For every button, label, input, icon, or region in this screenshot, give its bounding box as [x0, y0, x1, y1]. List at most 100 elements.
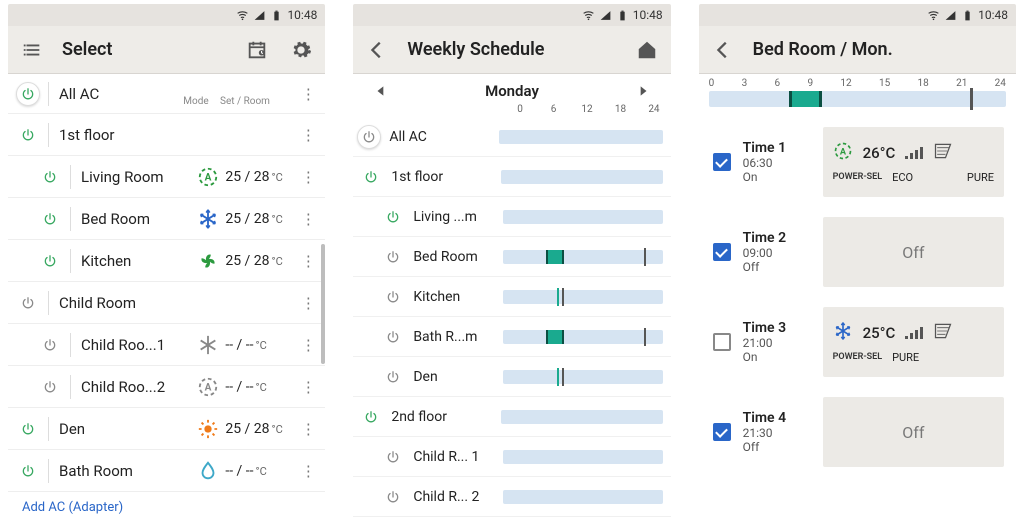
- row-label: 1st floor: [391, 169, 501, 185]
- row-1st-floor[interactable]: 1st floor ⋮: [8, 114, 325, 156]
- wifi-icon: [236, 9, 249, 22]
- timeline[interactable]: [503, 250, 662, 264]
- timeline[interactable]: [501, 410, 662, 424]
- row-kitchen[interactable]: Kitchen 25 / 28°C ⋮: [8, 240, 325, 282]
- time-card-3[interactable]: Time 3 21:00 On 25°C POWER-SEL PURE: [711, 307, 1004, 377]
- time-clock: 09:00: [743, 246, 813, 260]
- settings-panel[interactable]: 26°C POWER-SEL ECO PURE: [823, 127, 1004, 197]
- checkbox[interactable]: [711, 307, 733, 377]
- more-icon[interactable]: ⋮: [297, 210, 319, 228]
- row-all-ac[interactable]: All AC ⋮: [8, 74, 325, 114]
- next-day-icon[interactable]: [629, 77, 657, 105]
- power-button[interactable]: [381, 365, 405, 389]
- more-icon[interactable]: ⋮: [297, 85, 319, 103]
- timeline[interactable]: [503, 330, 662, 344]
- settings-panel-off[interactable]: Off: [823, 217, 1004, 287]
- more-icon[interactable]: ⋮: [297, 126, 319, 144]
- eco-label: ECO: [892, 171, 913, 184]
- timeline-main[interactable]: [709, 91, 1006, 107]
- power-button[interactable]: [381, 205, 405, 229]
- home-icon[interactable]: [633, 36, 661, 64]
- sched-row-den[interactable]: Den: [353, 357, 670, 397]
- back-icon[interactable]: [709, 36, 737, 64]
- calendar-icon[interactable]: [243, 36, 271, 64]
- sched-row-kitchen[interactable]: Kitchen: [353, 277, 670, 317]
- sched-row-1st-floor[interactable]: 1st floor: [353, 157, 670, 197]
- more-icon[interactable]: ⋮: [297, 462, 319, 480]
- menu-list-icon[interactable]: [18, 36, 46, 64]
- row-label: All AC: [389, 129, 499, 145]
- row-bath-room[interactable]: Bath Room -- / --°C ⋮: [8, 450, 325, 492]
- power-button[interactable]: [381, 445, 405, 469]
- checkbox[interactable]: [711, 397, 733, 467]
- checkbox[interactable]: [711, 217, 733, 287]
- sched-row-child1[interactable]: Child R... 1: [353, 437, 670, 477]
- power-button[interactable]: [381, 245, 405, 269]
- sched-row-2nd-floor[interactable]: 2nd floor: [353, 397, 670, 437]
- gear-icon[interactable]: [287, 36, 315, 64]
- power-button[interactable]: [16, 291, 40, 315]
- time-card-4[interactable]: Time 4 21:30 Off Off: [711, 397, 1004, 467]
- power-button[interactable]: [381, 325, 405, 349]
- select-list[interactable]: Mode Set / Room All AC ⋮ 1st floor ⋮ Liv…: [8, 74, 325, 524]
- battery-icon: [616, 9, 629, 22]
- power-button[interactable]: [38, 249, 62, 273]
- more-icon[interactable]: ⋮: [297, 336, 319, 354]
- timeline[interactable]: [501, 170, 662, 184]
- power-button[interactable]: [381, 285, 405, 309]
- battery-icon: [270, 9, 283, 22]
- more-icon[interactable]: ⋮: [297, 252, 319, 270]
- power-button[interactable]: [16, 123, 40, 147]
- power-button[interactable]: [357, 125, 381, 149]
- power-button[interactable]: [38, 165, 62, 189]
- phone-weekly: 10:48 Weekly Schedule Monday 0 6 12 18 2…: [353, 4, 670, 524]
- temp-readout: 25 / 28°C: [225, 211, 297, 227]
- power-button[interactable]: [16, 459, 40, 483]
- sched-row-bed[interactable]: Bed Room: [353, 237, 670, 277]
- add-ac-link[interactable]: Add AC (Adapter): [8, 492, 325, 523]
- row-child-room-2[interactable]: Child Roo...2 -- / --°C ⋮: [8, 366, 325, 408]
- more-icon[interactable]: ⋮: [297, 378, 319, 396]
- settings-panel[interactable]: 25°C POWER-SEL PURE: [823, 307, 1004, 377]
- power-button[interactable]: [38, 207, 62, 231]
- prev-day-icon[interactable]: [367, 77, 395, 105]
- scrollbar[interactable]: [321, 244, 325, 364]
- timeline[interactable]: [503, 450, 662, 464]
- power-button[interactable]: [38, 375, 62, 399]
- more-icon[interactable]: ⋮: [297, 420, 319, 438]
- row-bed-room[interactable]: Bed Room 25 / 28°C ⋮: [8, 198, 325, 240]
- timeline[interactable]: [503, 210, 662, 224]
- time-card-2[interactable]: Time 2 09:00 Off Off: [711, 217, 1004, 287]
- checkbox[interactable]: [711, 127, 733, 197]
- power-button[interactable]: [16, 82, 40, 106]
- more-icon[interactable]: ⋮: [297, 168, 319, 186]
- sched-row-all-ac[interactable]: All AC: [353, 117, 670, 157]
- auto-mode-icon: [197, 376, 219, 398]
- sched-row-bath[interactable]: Bath R...m: [353, 317, 670, 357]
- power-button[interactable]: [359, 165, 383, 189]
- row-living-room[interactable]: Living Room 25 / 28°C ⋮: [8, 156, 325, 198]
- timeline[interactable]: [503, 490, 662, 504]
- sched-row-living[interactable]: Living ...m: [353, 197, 670, 237]
- timeline[interactable]: [503, 290, 662, 304]
- power-button[interactable]: [16, 417, 40, 441]
- row-label: Kitchen: [81, 252, 191, 270]
- time-meta: Time 3 21:00 On: [743, 307, 813, 377]
- time-card-1[interactable]: Time 1 06:30 On 26°C POWER-SEL ECO PURE: [711, 127, 1004, 197]
- temp-readout: 25 / 28°C: [225, 253, 297, 269]
- more-icon[interactable]: ⋮: [297, 294, 319, 312]
- power-button[interactable]: [381, 485, 405, 509]
- status-bar: 10:48: [8, 4, 325, 26]
- sched-row-child2[interactable]: Child R... 2: [353, 477, 670, 517]
- row-child-room-1[interactable]: Child Roo...1 -- / --°C ⋮: [8, 324, 325, 366]
- row-label: Bath Room: [59, 462, 191, 480]
- row-den[interactable]: Den 25 / 28°C ⋮: [8, 408, 325, 450]
- back-icon[interactable]: [363, 36, 391, 64]
- row-child-room[interactable]: Child Room ⋮: [8, 282, 325, 324]
- power-button[interactable]: [359, 405, 383, 429]
- timeline[interactable]: [503, 370, 662, 384]
- timeline[interactable]: [499, 130, 662, 144]
- power-button[interactable]: [38, 333, 62, 357]
- off-label: Off: [902, 243, 924, 262]
- settings-panel-off[interactable]: Off: [823, 397, 1004, 467]
